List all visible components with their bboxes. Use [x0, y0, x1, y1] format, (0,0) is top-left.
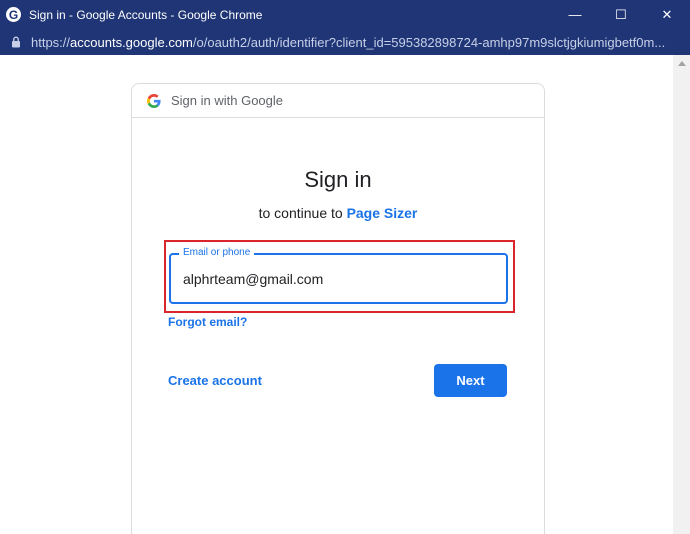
email-input[interactable]: [183, 268, 493, 290]
app-name-link[interactable]: Page Sizer: [347, 205, 418, 221]
next-button[interactable]: Next: [434, 364, 507, 397]
url-scheme: https://: [31, 34, 71, 50]
window-title: Sign in - Google Accounts - Google Chrom…: [29, 7, 263, 22]
scroll-up-arrow-icon[interactable]: [673, 55, 690, 72]
email-field-label: Email or phone: [179, 247, 255, 258]
card-header-text: Sign in with Google: [171, 93, 284, 108]
card-header: Sign in with Google: [132, 84, 544, 118]
vertical-scrollbar[interactable]: [673, 55, 690, 534]
subtitle-prefix: to continue to: [258, 205, 347, 221]
forgot-email-link[interactable]: Forgot email?: [168, 315, 247, 329]
close-button[interactable]: ✕: [644, 0, 690, 29]
url-path: /o/oauth2/auth/identifier?client_id=5953…: [192, 34, 666, 50]
subtitle: to continue to Page Sizer: [132, 205, 544, 221]
lock-icon[interactable]: [9, 35, 23, 49]
chrome-favicon-icon: G: [6, 7, 21, 22]
maximize-button[interactable]: ☐: [598, 0, 644, 29]
create-account-link[interactable]: Create account: [168, 373, 262, 388]
url-host: accounts.google.com: [70, 34, 193, 50]
email-field[interactable]: Email or phone: [169, 247, 508, 304]
window-controls: — ☐ ✕: [552, 0, 690, 29]
url-text[interactable]: https://accounts.google.com/o/oauth2/aut…: [31, 35, 665, 50]
google-logo-icon: [147, 93, 161, 108]
window-titlebar: G Sign in - Google Accounts - Google Chr…: [0, 0, 690, 29]
page-title: Sign in: [304, 167, 372, 192]
address-bar[interactable]: https://accounts.google.com/o/oauth2/aut…: [0, 29, 690, 55]
minimize-button[interactable]: —: [552, 0, 598, 29]
